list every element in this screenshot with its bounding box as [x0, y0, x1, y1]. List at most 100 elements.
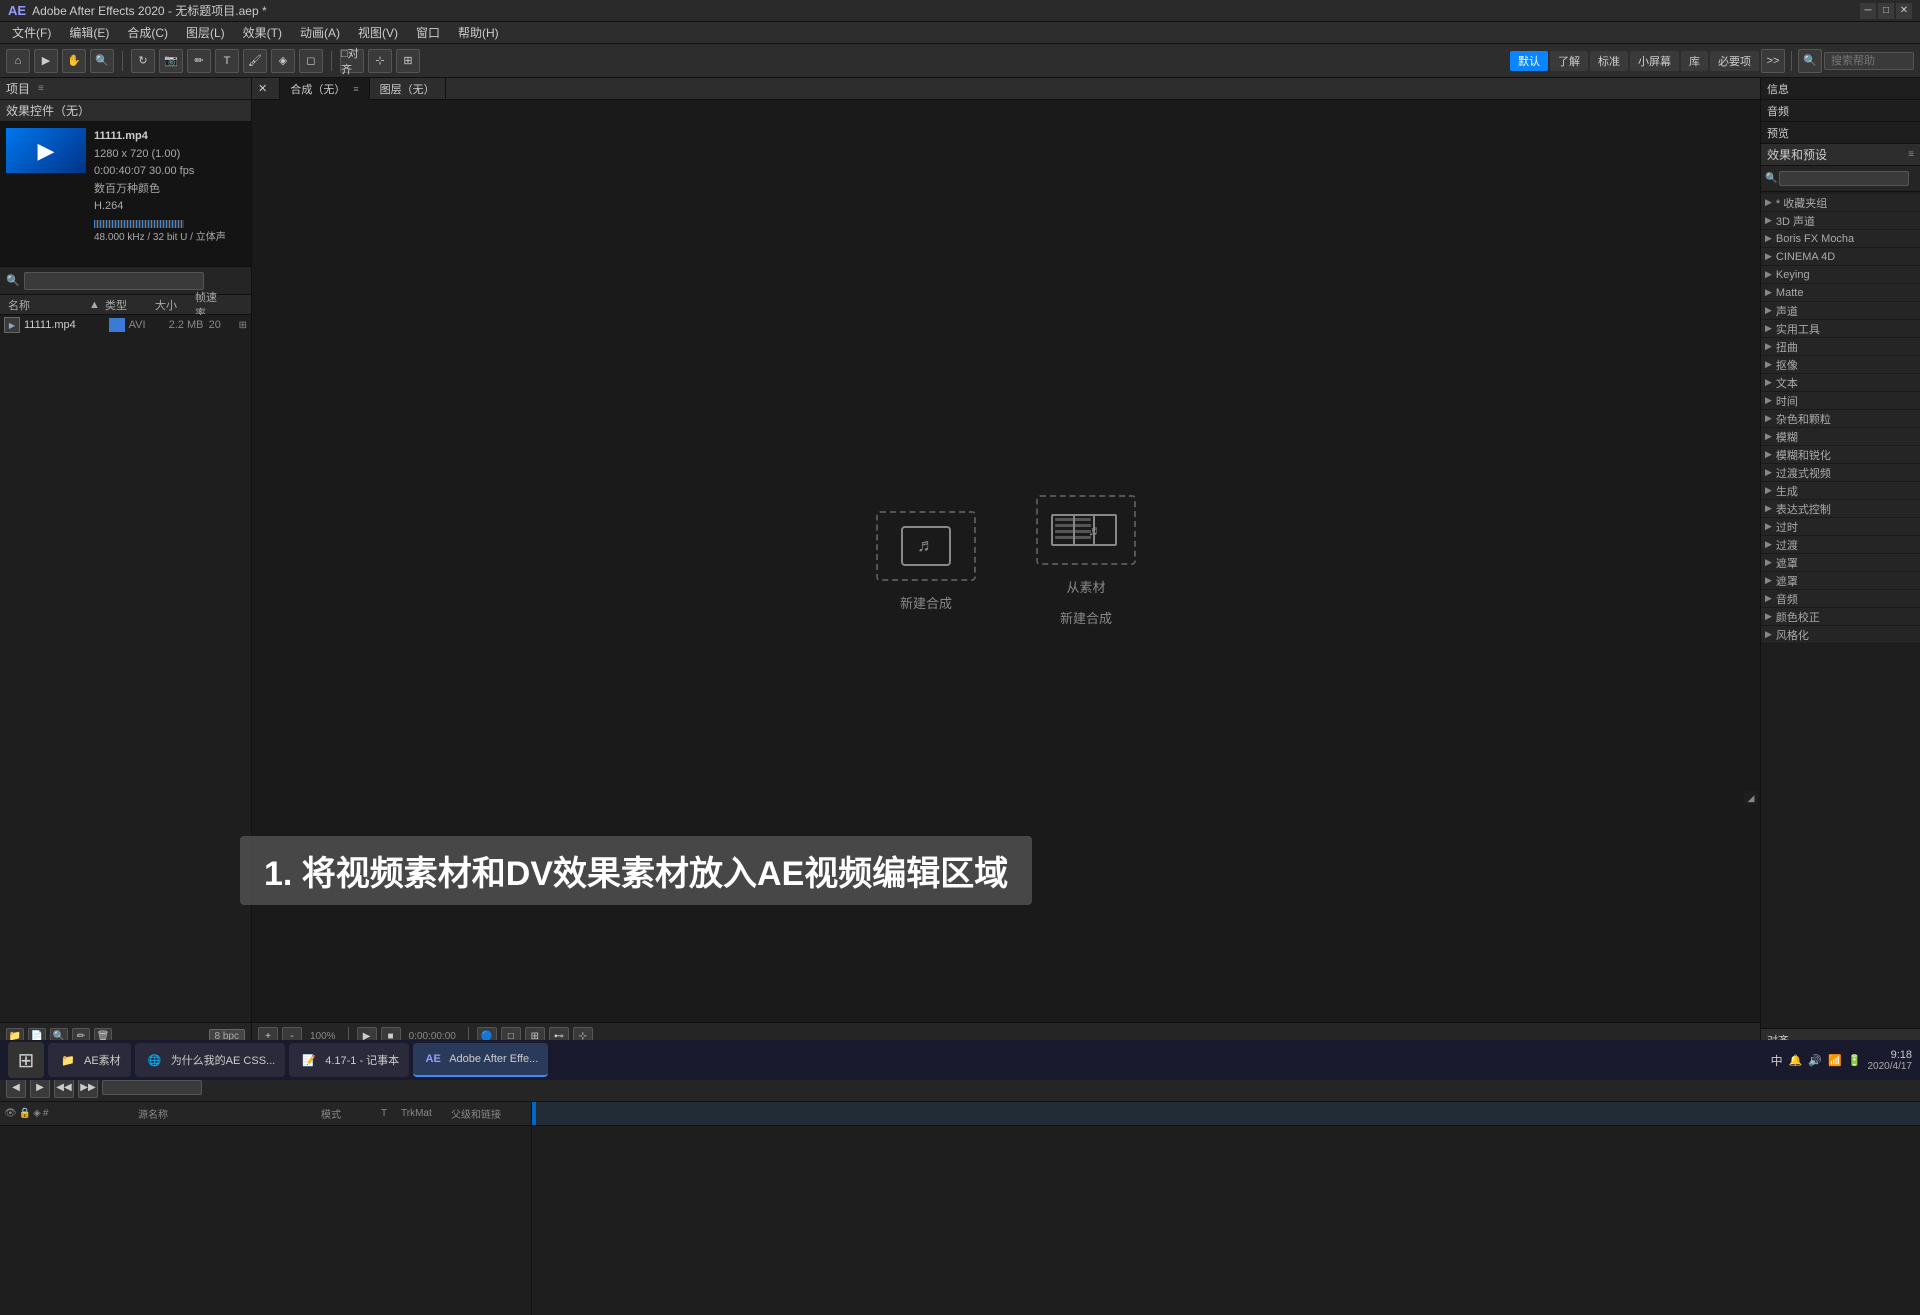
workspace-essential[interactable]: 必要项 — [1710, 51, 1759, 71]
zoom-tool[interactable]: 🔍 — [90, 49, 114, 73]
workspace-learn[interactable]: 了解 — [1550, 51, 1588, 71]
menu-window[interactable]: 窗口 — [408, 22, 448, 43]
menu-edit[interactable]: 编辑(E) — [61, 22, 117, 43]
search-icon[interactable]: 🔍 — [1798, 49, 1822, 73]
audio-panel[interactable]: 音频 — [1761, 100, 1920, 122]
taskbar-app-browser[interactable]: 🌐 为什么我的AE CSS... — [135, 1043, 286, 1077]
minimize-button[interactable]: ─ — [1860, 3, 1876, 19]
maximize-button[interactable]: □ — [1878, 3, 1894, 19]
tl-time-ruler[interactable] — [532, 1102, 1920, 1126]
table-row[interactable]: ▶ 11111.mp4 AVI 2.2 MB 20 ⊞ — [0, 315, 251, 335]
workspace-more[interactable]: >> — [1761, 49, 1785, 73]
transform-options[interactable]: ⊞ — [396, 49, 420, 73]
tl-playhead[interactable] — [532, 1102, 536, 1125]
project-search-input[interactable] — [24, 272, 204, 290]
effects-cat-text[interactable]: ▶ 文本 — [1761, 374, 1920, 392]
eraser-tool[interactable]: ◻ — [299, 49, 323, 73]
workspace-small-screen[interactable]: 小屏幕 — [1630, 51, 1679, 71]
project-menu-icon[interactable]: ≡ — [38, 83, 44, 94]
effects-cat-mask2[interactable]: ▶ 遮罩 — [1761, 572, 1920, 590]
effects-cat-cinema[interactable]: ▶ CINEMA 4D — [1761, 248, 1920, 266]
snap-button[interactable]: □对齐 — [340, 49, 364, 73]
tl-icon-lock[interactable]: 🔒 — [19, 1108, 31, 1119]
effects-cat-favorites[interactable]: ▶ * 收藏夹组 — [1761, 194, 1920, 212]
layer-tab-none[interactable]: 图层（无） — [370, 78, 446, 100]
effects-cat-boris[interactable]: ▶ Boris FX Mocha — [1761, 230, 1920, 248]
taskbar-battery-icon[interactable]: 🔋 — [1848, 1054, 1862, 1067]
effects-cat-blur-sharp[interactable]: ▶ 模糊和锐化 — [1761, 446, 1920, 464]
workspace-standard[interactable]: 标准 — [1590, 51, 1628, 71]
title-controls[interactable]: ─ □ ✕ — [1860, 3, 1912, 19]
menu-help[interactable]: 帮助(H) — [450, 22, 507, 43]
comp-content: ♬ 新建合成 — [876, 495, 1136, 627]
menu-view[interactable]: 视图(V) — [350, 22, 406, 43]
effects-cat-stylize[interactable]: ▶ 风格化 — [1761, 626, 1920, 644]
effects-cat-obsolete2[interactable]: ▶ 过时 — [1761, 518, 1920, 536]
effects-cat-3d[interactable]: ▶ 3D 声道 — [1761, 212, 1920, 230]
from-footage-option[interactable]: ♬ 从素材 新建合成 — [1036, 495, 1136, 627]
arrow-icon: ▶ — [1765, 539, 1772, 550]
start-button[interactable]: ⊞ — [8, 1042, 44, 1078]
effects-expand-icon[interactable]: ≡ — [1908, 149, 1914, 160]
effects-cat-color-correct[interactable]: ▶ 颜色校正 — [1761, 608, 1920, 626]
new-comp-option[interactable]: ♬ 新建合成 — [876, 511, 976, 612]
effects-cat-noise[interactable]: ▶ 杂色和颗粒 — [1761, 410, 1920, 428]
tl-ctrl-4[interactable]: ▶▶ — [78, 1078, 98, 1098]
taskbar-app-ae-assets[interactable]: 📁 AE素材 — [48, 1043, 131, 1077]
menu-effects[interactable]: 效果(T) — [235, 22, 290, 43]
home-button[interactable]: ⌂ — [6, 49, 30, 73]
taskbar-app-ae[interactable]: AE Adobe After Effe... — [413, 1043, 548, 1077]
arrow-icon: ▶ — [1765, 521, 1772, 532]
taskbar-clock[interactable]: 9:18 2020/4/17 — [1868, 1049, 1913, 1072]
taskbar-volume-icon[interactable]: 📶 — [1828, 1054, 1842, 1067]
info-panel[interactable]: 信息 — [1761, 78, 1920, 100]
comp-tab-none[interactable]: 合成（无） ≡ — [280, 78, 369, 100]
effects-cat-channel[interactable]: ▶ 声道 — [1761, 302, 1920, 320]
preview-right-panel[interactable]: 预览 — [1761, 122, 1920, 144]
pen-tool[interactable]: ✏ — [187, 49, 211, 73]
cat-label: 杂色和颗粒 — [1776, 411, 1831, 427]
taskbar-input-icon[interactable]: 🔔 — [1789, 1054, 1803, 1067]
menu-composition[interactable]: 合成(C) — [119, 22, 176, 43]
effects-cat-matte[interactable]: ▶ Matte — [1761, 284, 1920, 302]
effects-cat-blur[interactable]: ▶ 模糊 — [1761, 428, 1920, 446]
taskbar-network-icon[interactable]: 🔊 — [1808, 1054, 1822, 1067]
effects-search-input[interactable] — [1779, 171, 1909, 186]
cat-label: CINEMA 4D — [1776, 251, 1835, 263]
effects-cat-utility[interactable]: ▶ 实用工具 — [1761, 320, 1920, 338]
taskbar-app-notepad[interactable]: 📝 4.17-1 - 记事本 — [289, 1043, 409, 1077]
effects-cat-keying[interactable]: ▶ Keying — [1761, 266, 1920, 284]
effects-cat-expr-ctrl[interactable]: ▶ 表达式控制 — [1761, 500, 1920, 518]
brush-tool[interactable]: 🖌 — [243, 49, 267, 73]
stamp-tool[interactable]: ◈ — [271, 49, 295, 73]
effects-cat-transition[interactable]: ▶ 过渡 — [1761, 536, 1920, 554]
tl-icon-label[interactable]: ◈ — [33, 1108, 41, 1119]
help-search-input[interactable] — [1824, 52, 1914, 70]
select-tool[interactable]: ▶ — [34, 49, 58, 73]
camera-tool[interactable]: 📷 — [159, 49, 183, 73]
preview-codec: H.264 — [94, 198, 245, 216]
tl-ctrl-1[interactable]: ◀ — [6, 1078, 26, 1098]
effects-cat-generate[interactable]: ▶ 生成 — [1761, 482, 1920, 500]
effects-cat-key[interactable]: ▶ 抠像 — [1761, 356, 1920, 374]
effects-cat-time[interactable]: ▶ 时间 — [1761, 392, 1920, 410]
hand-tool[interactable]: ✋ — [62, 49, 86, 73]
rotate-tool[interactable]: ↻ — [131, 49, 155, 73]
menu-layer[interactable]: 图层(L) — [178, 22, 233, 43]
tl-ctrl-2[interactable]: ▶ — [30, 1078, 50, 1098]
text-tool[interactable]: T — [215, 49, 239, 73]
workspace-default[interactable]: 默认 — [1510, 51, 1548, 71]
tl-search-input[interactable] — [102, 1080, 202, 1095]
workspace-library[interactable]: 库 — [1681, 51, 1708, 71]
tl-ctrl-3[interactable]: ◀◀ — [54, 1078, 74, 1098]
effects-cat-distort[interactable]: ▶ 扭曲 — [1761, 338, 1920, 356]
view-options[interactable]: ⊹ — [368, 49, 392, 73]
menu-animation[interactable]: 动画(A) — [292, 22, 348, 43]
tl-icon-eye[interactable]: 👁 — [4, 1108, 17, 1119]
effects-cat-audio2[interactable]: ▶ 音频 — [1761, 590, 1920, 608]
comp-tab-menu[interactable]: ≡ — [353, 84, 358, 94]
close-button[interactable]: ✕ — [1896, 3, 1912, 19]
menu-file[interactable]: 文件(F) — [4, 22, 59, 43]
effects-cat-obsolete[interactable]: ▶ 过渡式视频 — [1761, 464, 1920, 482]
effects-cat-mask[interactable]: ▶ 遮罩 — [1761, 554, 1920, 572]
